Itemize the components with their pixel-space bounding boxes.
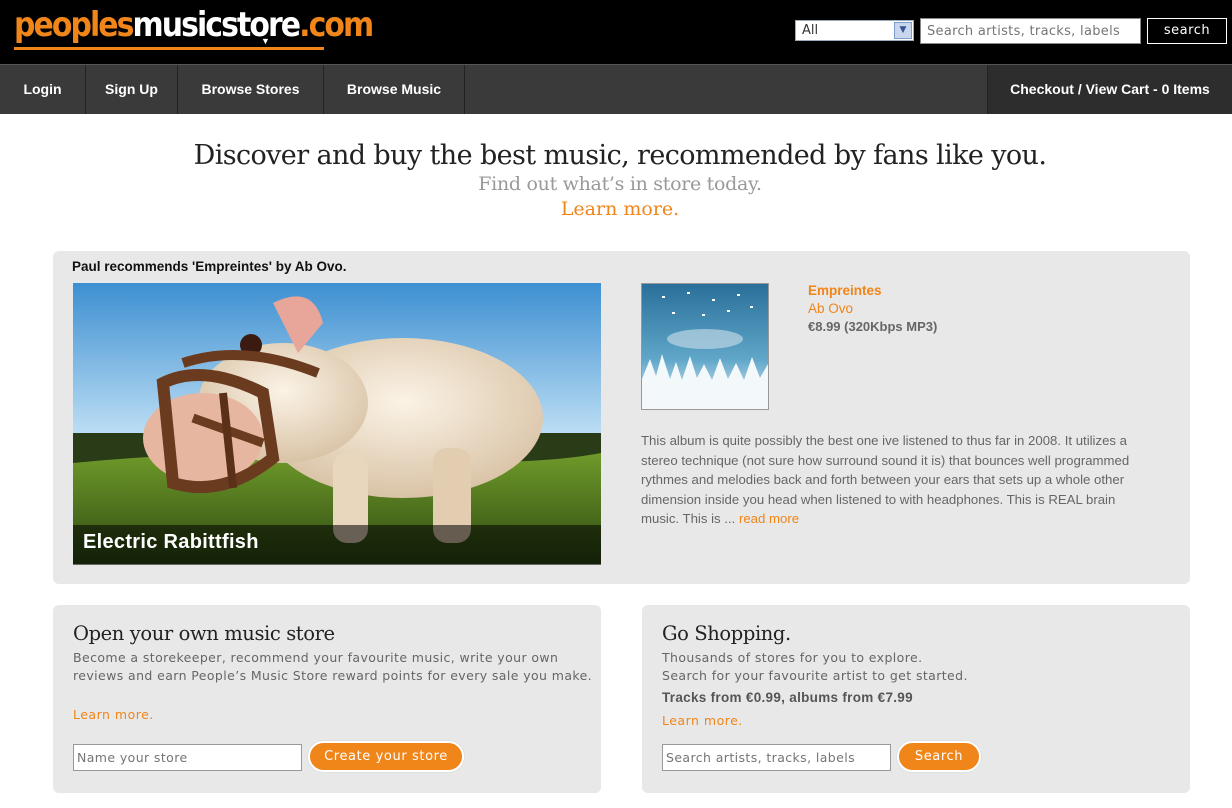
open-store-title: Open your own music store [73,622,335,645]
header-search-button[interactable]: search [1147,18,1227,44]
nav-sign-up[interactable]: Sign Up [86,65,178,114]
nav-browse-stores[interactable]: Browse Stores [178,65,324,114]
open-store-learn-more-link[interactable]: Learn more. [73,707,154,722]
shop-search-button[interactable]: Search [897,741,981,772]
hero-learn-more-link[interactable]: Learn more. [0,198,1232,220]
chevron-down-icon[interactable]: ▼ [894,22,912,39]
header-search-input[interactable] [920,18,1141,44]
read-more-link[interactable]: read more [739,511,799,526]
main-nav: Login Sign Up Browse Stores Browse Music… [0,64,1232,114]
photo-caption[interactable]: Electric Rabittfish [83,531,259,554]
open-store-description: Become a storekeeper, recommend your fav… [73,650,593,683]
search-filter-select[interactable]: All ▼ [795,20,914,41]
recommendation-heading: Paul recommends 'Empreintes' by Ab Ovo. [72,259,347,274]
shop-search-input[interactable] [662,744,891,771]
album-artist-link[interactable]: Ab Ovo [808,301,853,316]
nav-login[interactable]: Login [0,65,86,114]
store-name-input[interactable] [73,744,302,771]
go-shopping-title: Go Shopping. [662,622,791,645]
price-summary: Tracks from €0.99, albums from €7.99 [662,690,913,705]
featured-artist-photo[interactable] [73,283,601,564]
logo-text-com: .com [299,5,374,45]
album-price: €8.99 (320Kbps MP3) [808,319,938,334]
album-cover-image[interactable] [641,283,769,410]
review-body: This album is quite possibly the best on… [641,433,1130,526]
go-shopping-line-1: Thousands of stores for you to explore. [662,650,923,665]
create-store-button[interactable]: Create your store [308,741,464,772]
nav-checkout-cart[interactable]: Checkout / View Cart - 0 Items [987,65,1232,114]
top-header: peoplesmusicstore.com ▼ All ▼ search [0,0,1232,64]
go-shopping-learn-more-link[interactable]: Learn more. [662,713,743,728]
hero-title: Discover and buy the best music, recomme… [193,140,1047,171]
album-title-link[interactable]: Empreintes [808,283,882,298]
nav-browse-music[interactable]: Browse Music [324,65,465,114]
hero-subtitle: Find out what’s in store today. [478,173,762,195]
search-filter-value: All [802,23,819,38]
logo-text-peoples: peoples [14,5,134,45]
logo-text-music: music [132,5,223,45]
site-logo[interactable]: peoplesmusicstore.com [14,5,374,45]
go-shopping-line-2: Search for your favourite artist to get … [662,668,968,683]
review-text: This album is quite possibly the best on… [641,431,1156,529]
logo-underline [14,47,324,50]
logo-caret-icon: ▼ [261,36,270,46]
